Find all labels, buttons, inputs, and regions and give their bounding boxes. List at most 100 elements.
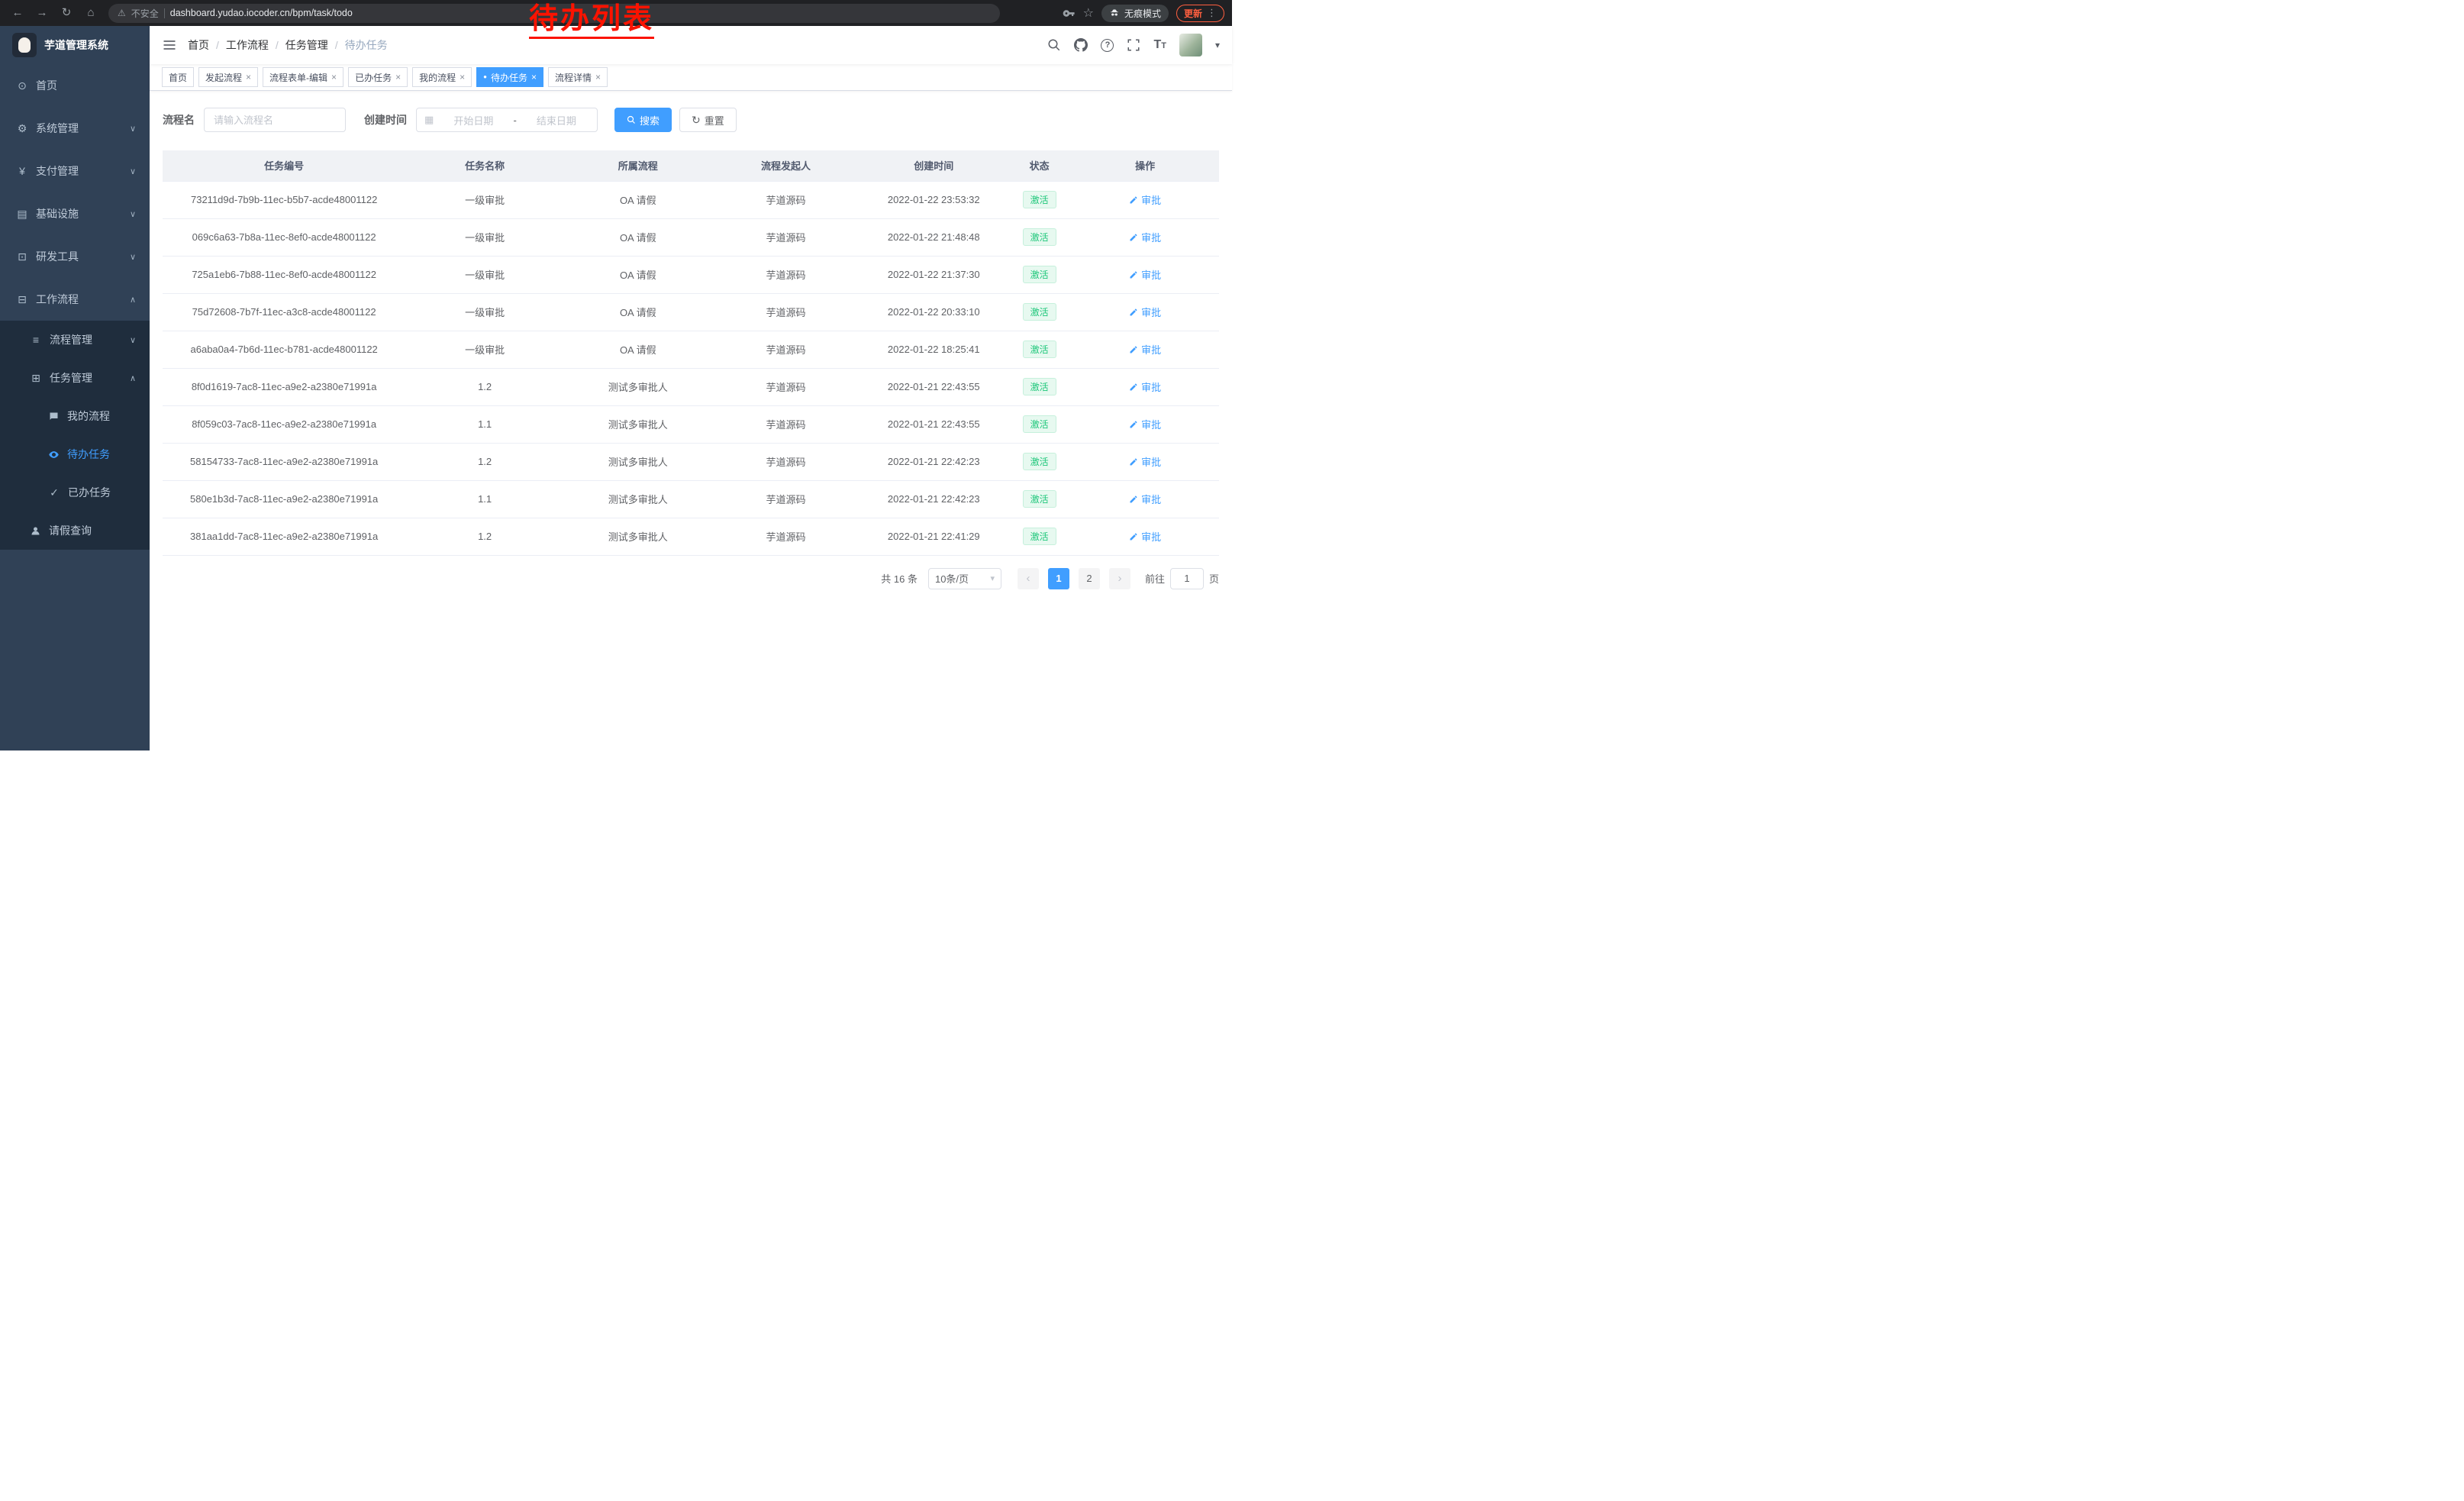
close-icon[interactable]: × [460, 72, 465, 82]
reset-button[interactable]: ↻ 重置 [679, 108, 737, 132]
bookmark-star-icon[interactable]: ☆ [1083, 5, 1094, 21]
close-icon[interactable]: × [395, 72, 401, 82]
sidebar-item-task-management[interactable]: ⊞ 任务管理 ∧ [0, 359, 150, 397]
sidebar-item-done-tasks[interactable]: ✓ 已办任务 [0, 473, 150, 512]
sidebar-item-process-management[interactable]: ≡ 流程管理 ∨ [0, 321, 150, 359]
table-row: 725a1eb6-7b88-11ec-8ef0-acde48001122一级审批… [163, 256, 1219, 293]
tab-home[interactable]: 首页 [162, 67, 194, 87]
sidebar-item-payment-management[interactable]: ¥ 支付管理 ∨ [0, 150, 150, 192]
cell-initiator: 芋道源码 [712, 480, 860, 518]
table-row: 58154733-7ac8-11ec-a9e2-a2380e71991a1.2测… [163, 443, 1219, 480]
page-size-select[interactable]: 10条/页 ▾ [928, 568, 1001, 589]
cell-process: 测试多审批人 [564, 518, 712, 555]
sidebar-item-todo-tasks[interactable]: 待办任务 [0, 435, 150, 473]
process-name-input[interactable] [204, 108, 346, 132]
help-icon[interactable]: ? [1101, 39, 1114, 52]
caret-down-icon[interactable]: ▾ [1215, 40, 1220, 50]
sidebar-item-my-process[interactable]: 我的流程 [0, 397, 150, 435]
page-unit-label: 页 [1209, 571, 1219, 586]
page-button-2[interactable]: 2 [1079, 568, 1100, 589]
close-icon[interactable]: × [595, 72, 601, 82]
close-icon[interactable]: × [531, 72, 537, 82]
avatar[interactable] [1179, 34, 1202, 56]
next-page-button[interactable]: › [1109, 568, 1130, 589]
home-icon[interactable]: ⌂ [81, 3, 101, 23]
approve-link[interactable]: 审批 [1129, 529, 1161, 544]
tab-label: 发起流程 [205, 71, 242, 84]
sidebar-item-workflow[interactable]: ⊟ 工作流程 ∧ [0, 278, 150, 321]
date-range-picker[interactable]: ▦ 开始日期 - 结束日期 [416, 108, 598, 132]
close-icon[interactable]: × [246, 72, 251, 82]
table-row: a6aba0a4-7b6d-11ec-b781-acde48001122一级审批… [163, 331, 1219, 368]
tab-todo-tasks[interactable]: ● 待办任务 × [476, 67, 543, 87]
cell-action: 审批 [1071, 293, 1219, 331]
filter-form: 流程名 创建时间 ▦ 开始日期 - 结束日期 搜索 ↻ 重置 [163, 108, 1219, 132]
edit-icon [1129, 457, 1138, 466]
reset-button-label: 重置 [705, 113, 724, 128]
search-icon [627, 115, 636, 124]
sidebar-item-label: 研发工具 [36, 249, 79, 264]
breadcrumb-item[interactable]: 工作流程 [226, 37, 269, 53]
approve-link[interactable]: 审批 [1129, 267, 1161, 282]
update-chip[interactable]: 更新 ⋮ [1176, 5, 1224, 22]
incognito-icon [1109, 8, 1120, 18]
cell-action: 审批 [1071, 218, 1219, 256]
close-icon[interactable]: × [331, 72, 337, 82]
cell-process: OA 请假 [564, 218, 712, 256]
github-icon[interactable] [1074, 38, 1088, 52]
tools-icon: ⊡ [16, 250, 28, 263]
col-created: 创建时间 [859, 150, 1008, 181]
breadcrumb-item[interactable]: 首页 [188, 37, 209, 53]
key-icon[interactable] [1063, 7, 1076, 20]
sidebar-item-dev-tools[interactable]: ⊡ 研发工具 ∨ [0, 235, 150, 278]
approve-link[interactable]: 审批 [1129, 379, 1161, 394]
logo[interactable]: 芋道管理系统 [0, 26, 150, 64]
cell-created: 2022-01-21 22:42:23 [859, 443, 1008, 480]
cell-created: 2022-01-21 22:43:55 [859, 405, 1008, 443]
cell-task-id: 8f059c03-7ac8-11ec-a9e2-a2380e71991a [163, 405, 405, 443]
sidebar-item-infrastructure[interactable]: ▤ 基础设施 ∨ [0, 192, 150, 235]
tab-start-process[interactable]: 发起流程 × [198, 67, 258, 87]
search-button[interactable]: 搜索 [614, 108, 672, 132]
approve-label: 审批 [1141, 267, 1161, 282]
status-badge: 激活 [1023, 415, 1056, 433]
breadcrumb-item[interactable]: 任务管理 [285, 37, 328, 53]
goto-page-input[interactable] [1170, 568, 1204, 589]
tab-process-form-edit[interactable]: 流程表单-编辑 × [263, 67, 343, 87]
task-table-body: 73211d9d-7b9b-11ec-b5b7-acde48001122一级审批… [163, 181, 1219, 555]
page-button-1[interactable]: 1 [1048, 568, 1069, 589]
sidebar-item-system-management[interactable]: ⚙ 系统管理 ∨ [0, 107, 150, 150]
sidebar-toggle-icon[interactable] [162, 37, 177, 53]
tab-my-process[interactable]: 我的流程 × [412, 67, 472, 87]
prev-page-button[interactable]: ‹ [1018, 568, 1039, 589]
approve-link[interactable]: 审批 [1129, 492, 1161, 506]
search-icon[interactable] [1047, 38, 1061, 52]
tab-done-tasks[interactable]: 已办任务 × [348, 67, 408, 87]
sidebar-menu: ⊙ 首页 ⚙ 系统管理 ∨ ¥ 支付管理 ∨ ▤ 基础设施 ∨ ⊡ 研发工具 ∨ [0, 64, 150, 550]
cell-task-id: 73211d9d-7b9b-11ec-b5b7-acde48001122 [163, 181, 405, 218]
approve-link[interactable]: 审批 [1129, 454, 1161, 469]
approve-link[interactable]: 审批 [1129, 417, 1161, 431]
sidebar-item-leave-query[interactable]: 请假查询 [0, 512, 150, 550]
reload-icon[interactable]: ↻ [56, 3, 76, 23]
cell-task-name: 一级审批 [405, 181, 564, 218]
cell-created: 2022-01-22 20:33:10 [859, 293, 1008, 331]
approve-link[interactable]: 审批 [1129, 342, 1161, 357]
tab-process-detail[interactable]: 流程详情 × [548, 67, 608, 87]
tab-label: 流程表单-编辑 [269, 71, 327, 84]
fullscreen-icon[interactable] [1127, 38, 1140, 52]
sidebar-item-home[interactable]: ⊙ 首页 [0, 64, 150, 107]
status-badge: 激活 [1023, 228, 1056, 246]
cell-initiator: 芋道源码 [712, 293, 860, 331]
back-icon[interactable]: ← [8, 3, 27, 23]
approve-label: 审批 [1141, 342, 1161, 357]
approve-link[interactable]: 审批 [1129, 230, 1161, 244]
infrastructure-icon: ▤ [16, 208, 28, 221]
approve-link[interactable]: 审批 [1129, 305, 1161, 319]
font-size-icon[interactable]: TT [1153, 38, 1166, 52]
approve-link[interactable]: 审批 [1129, 192, 1161, 207]
forward-icon[interactable]: → [32, 3, 52, 23]
warning-icon: ⚠ [118, 8, 126, 18]
menu-dots-icon[interactable]: ⋮ [1207, 7, 1217, 19]
cell-created: 2022-01-22 21:48:48 [859, 218, 1008, 256]
